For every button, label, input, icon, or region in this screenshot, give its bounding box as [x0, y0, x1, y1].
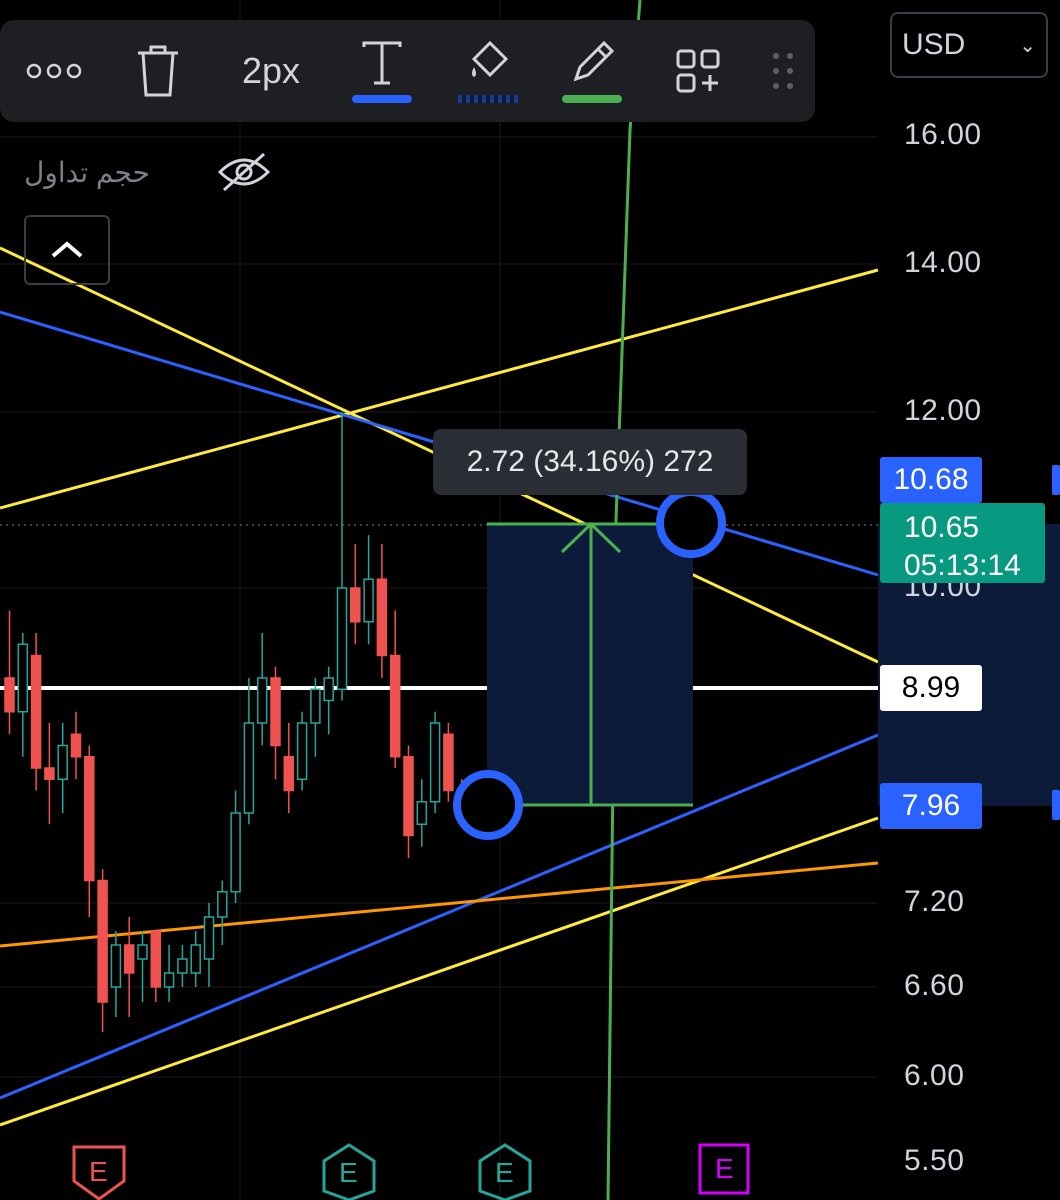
axis-tick: 14.00: [904, 246, 982, 279]
earnings-label-3: E: [495, 1157, 514, 1188]
right-edge-marker-lower: [1052, 790, 1060, 820]
candle-down: [376, 578, 388, 657]
candle-up: [110, 944, 122, 988]
text-color-underline: [352, 95, 412, 103]
currency-value: USD: [902, 28, 966, 61]
chevron-up-icon: [51, 241, 83, 258]
eye-off-icon[interactable]: [216, 150, 272, 199]
earnings-label-1: E: [89, 1156, 108, 1187]
candle-up: [190, 944, 201, 974]
collapse-button[interactable]: [24, 215, 110, 285]
candle-down: [30, 654, 42, 769]
earnings-label-4: E: [715, 1153, 734, 1184]
candle-up: [416, 801, 428, 825]
candle-up: [296, 722, 308, 780]
current-price-value: 10.65: [904, 511, 980, 544]
candle-down: [283, 756, 295, 792]
candle-up: [230, 812, 241, 893]
candle-down: [4, 677, 15, 713]
candle-down: [70, 733, 82, 758]
candle-up: [256, 677, 268, 724]
candle-down: [123, 944, 135, 974]
price-chart[interactable]: [0, 0, 1060, 1200]
axis-tick: 5.50: [904, 1144, 965, 1177]
candle-down: [443, 733, 454, 792]
candle-up: [217, 891, 228, 918]
line-width-button[interactable]: 2px: [236, 20, 306, 122]
earnings-label-2: E: [339, 1157, 358, 1188]
candle-up: [363, 578, 374, 623]
candle-up: [57, 744, 68, 780]
volume-indicator-label: حجم تداول: [24, 157, 150, 188]
current-price-tag: 10.65 05:13:14: [880, 503, 1045, 583]
axis-tick: 6.60: [904, 969, 965, 1002]
trash-icon[interactable]: [128, 20, 188, 122]
pencil-color-underline: [562, 95, 622, 103]
candle-up: [429, 722, 441, 803]
candle-down: [150, 930, 162, 988]
axis-tick: 16.00: [904, 118, 982, 151]
axis-tick: 7.20: [904, 885, 965, 918]
fill-bucket-icon: [471, 40, 509, 78]
add-widget-icon[interactable]: [668, 20, 728, 122]
drawing-toolbar: 2px: [0, 20, 815, 122]
measure-handle-bottom[interactable]: [453, 770, 523, 840]
candle-up: [17, 643, 29, 713]
candle-down: [84, 756, 95, 882]
candle-up: [310, 688, 321, 724]
candle-up: [323, 677, 334, 702]
axis-tick: 6.00: [904, 1059, 965, 1092]
candle-down: [44, 767, 55, 780]
candle-down: [403, 756, 414, 837]
measure-handle-top[interactable]: [656, 488, 726, 558]
trendline-orange[interactable]: [0, 861, 879, 948]
candle-up: [163, 972, 175, 988]
pencil-tool-button[interactable]: [560, 20, 624, 122]
candle-down: [350, 587, 361, 623]
right-edge-marker-upper: [1052, 465, 1060, 495]
horizontal-line-price-tag: 8.99: [880, 665, 982, 711]
candle-up: [177, 958, 188, 974]
candle-down: [270, 677, 281, 747]
text-tool-button[interactable]: [350, 20, 414, 122]
candle-up: [243, 722, 255, 814]
fill-tool-button[interactable]: [456, 20, 520, 122]
measure-tooltip: 2.72 (34.16%) 272: [433, 429, 747, 495]
bar-countdown: 05:13:14: [904, 549, 1021, 582]
currency-select[interactable]: USD ⌄: [890, 12, 1048, 78]
axis-tick: 12.00: [904, 394, 982, 427]
candle-up: [137, 944, 148, 960]
candle-down: [97, 879, 108, 1003]
candle-up: [336, 587, 348, 690]
chevron-down-icon: ⌄: [1019, 34, 1036, 57]
text-icon: [362, 41, 402, 85]
more-dots-icon[interactable]: [22, 20, 86, 122]
lower-measure-price-tag: 7.96: [880, 783, 982, 829]
candle-up: [203, 916, 215, 960]
pencil-icon: [573, 40, 615, 82]
candle-down: [389, 654, 401, 758]
fill-color-underline: [458, 95, 518, 103]
upper-measure-price-tag: 10.68: [880, 457, 982, 503]
drag-handle-icon[interactable]: [768, 20, 798, 122]
